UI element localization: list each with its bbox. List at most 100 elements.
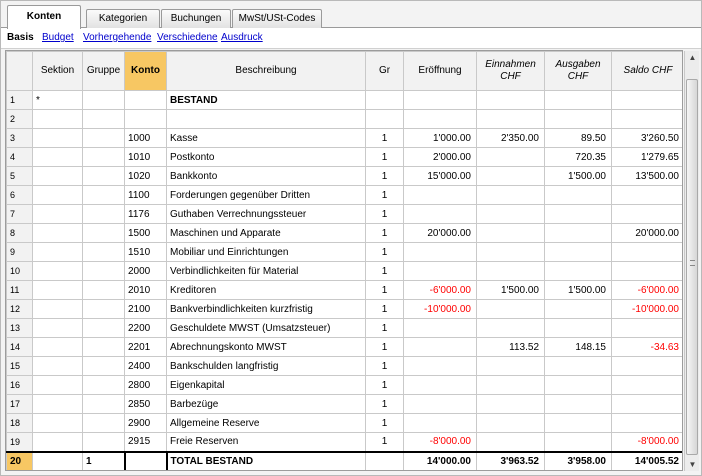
cell-konto[interactable]: 2900 [124,413,167,433]
cell-einnahmen[interactable] [476,375,545,395]
cell-einnahmen[interactable] [476,147,545,167]
cell-einnahmen[interactable] [476,109,545,129]
scroll-down-arrow-icon[interactable]: ▼ [685,458,700,471]
cell-ausgaben[interactable]: 89.50 [544,128,612,148]
table-row[interactable]: 4 1010 Postkonto 1 2'000.00 720.35 1'279.65 [6,147,682,167]
table-row[interactable]: 18 2900 Allgemeine Reserve 1 [6,413,682,433]
cell-einnahmen[interactable] [476,432,545,452]
cell-saldo[interactable]: -6'000.00 [611,280,682,300]
cell-saldo[interactable] [611,318,682,338]
cell-sektion[interactable] [32,223,83,243]
cell-einnahmen[interactable] [476,261,545,281]
cell-saldo[interactable]: -10'000.00 [611,299,682,319]
cell-einnahmen[interactable]: 2'350.00 [476,128,545,148]
col-header-ausgaben[interactable]: Ausgaben CHF [544,51,612,91]
cell-gr[interactable]: 1 [365,261,404,281]
col-header-eroeffnung[interactable]: Eröffnung [403,51,477,91]
cell-gr[interactable]: 1 [365,394,404,414]
cell-einnahmen[interactable] [476,223,545,243]
cell-sektion[interactable] [32,394,83,414]
cell-konto[interactable]: 1100 [124,185,167,205]
col-header-saldo[interactable]: Saldo CHF [611,51,682,91]
cell-sektion[interactable] [32,185,83,205]
view-budget[interactable]: Budget [42,32,74,43]
cell-saldo[interactable] [611,90,682,110]
cell-beschreibung[interactable]: Mobiliar und Einrichtungen [166,242,366,262]
cell-gr[interactable]: 1 [365,413,404,433]
table-row[interactable]: 12 2100 Bankverbindlichkeiten kurzfristig 1… [6,299,682,319]
cell-konto[interactable]: 2915 [124,432,167,452]
cell-gruppe[interactable] [82,337,125,357]
cell-gruppe[interactable] [82,242,125,262]
table-row[interactable]: 14 2201 Abrechnungskonto MWST 1 113.52 148.15… [6,337,682,357]
cell-beschreibung[interactable]: Bankverbindlichkeiten kurzfristig [166,299,366,319]
cell-ausgaben[interactable] [544,413,612,433]
cell-ausgaben[interactable] [544,261,612,281]
table-row[interactable]: 15 2400 Bankschulden langfristig 1 [6,356,682,376]
cell-gruppe[interactable] [82,413,125,433]
cell-konto[interactable]: 2010 [124,280,167,300]
cell-gr[interactable]: 1 [365,318,404,338]
cell-gruppe[interactable] [82,261,125,281]
scroll-thumb[interactable] [686,79,698,455]
cell-einnahmen[interactable] [476,204,545,224]
cell-einnahmen[interactable] [476,318,545,338]
cell-beschreibung[interactable]: Kasse [166,128,366,148]
cell-sektion[interactable] [32,261,83,281]
cell-eroeffnung[interactable] [403,185,477,205]
cell-eroeffnung[interactable]: -6'000.00 [403,280,477,300]
table-row[interactable]: 9 1510 Mobiliar und Einrichtungen 1 [6,242,682,262]
cell-saldo[interactable] [611,204,682,224]
cell-sektion[interactable] [32,128,83,148]
cell-eroeffnung[interactable]: 15'000.00 [403,166,477,186]
cell-gr[interactable]: 1 [365,299,404,319]
cell-sektion[interactable] [32,450,83,470]
cell-gr[interactable]: 1 [365,432,404,452]
table-row[interactable]: 1 * BESTAND [6,90,682,110]
col-header-gruppe[interactable]: Gruppe [82,51,125,91]
view-basis[interactable]: Basis [7,32,34,43]
cell-gr[interactable] [365,109,404,129]
cell-gruppe[interactable] [82,166,125,186]
cell-eroeffnung[interactable] [403,394,477,414]
cell-konto[interactable] [124,90,167,110]
cell-eroeffnung[interactable]: -8'000.00 [403,432,477,452]
cell-ausgaben[interactable] [544,90,612,110]
cell-sektion[interactable] [32,299,83,319]
cell-gruppe[interactable] [82,147,125,167]
cell-ausgaben[interactable]: 1'500.00 [544,280,612,300]
cell-eroeffnung[interactable] [403,242,477,262]
cell-sektion[interactable] [32,413,83,433]
cell-eroeffnung[interactable]: 1'000.00 [403,128,477,148]
cell-gruppe[interactable] [82,318,125,338]
cell-gruppe[interactable] [82,204,125,224]
cell-gr[interactable]: 1 [365,223,404,243]
cell-einnahmen[interactable] [476,299,545,319]
cell-beschreibung[interactable] [166,109,366,129]
cell-saldo[interactable]: -34.63 [611,337,682,357]
table-row[interactable]: 6 1100 Forderungen gegenüber Dritten 1 [6,185,682,205]
col-header-sektion[interactable]: Sektion [32,51,83,91]
cell-eroeffnung[interactable] [403,109,477,129]
cell-einnahmen[interactable]: 113.52 [476,337,545,357]
cell-beschreibung[interactable]: TOTAL BESTAND [166,450,366,470]
view-verschiedene[interactable]: Verschiedene [157,32,218,43]
view-ausdruck[interactable]: Ausdruck [221,32,263,43]
table-row[interactable]: 7 1176 Guthaben Verrechnungssteuer 1 [6,204,682,224]
cell-ausgaben[interactable]: 148.15 [544,337,612,357]
cell-einnahmen[interactable] [476,242,545,262]
cell-beschreibung[interactable]: Forderungen gegenüber Dritten [166,185,366,205]
cell-sektion[interactable] [32,166,83,186]
table-row[interactable]: 13 2200 Geschuldete MWST (Umsatzsteuer) 1 [6,318,682,338]
cell-gr[interactable] [365,450,404,470]
cell-beschreibung[interactable]: Guthaben Verrechnungssteuer [166,204,366,224]
cell-gr[interactable] [365,90,404,110]
cell-ausgaben[interactable] [544,223,612,243]
cell-beschreibung[interactable]: Postkonto [166,147,366,167]
cell-ausgaben[interactable] [544,432,612,452]
col-header-einnahmen[interactable]: Einnahmen CHF [476,51,545,91]
cell-einnahmen[interactable] [476,90,545,110]
table-row[interactable]: 16 2800 Eigenkapital 1 [6,375,682,395]
cell-ausgaben[interactable] [544,318,612,338]
cell-sektion[interactable] [32,375,83,395]
